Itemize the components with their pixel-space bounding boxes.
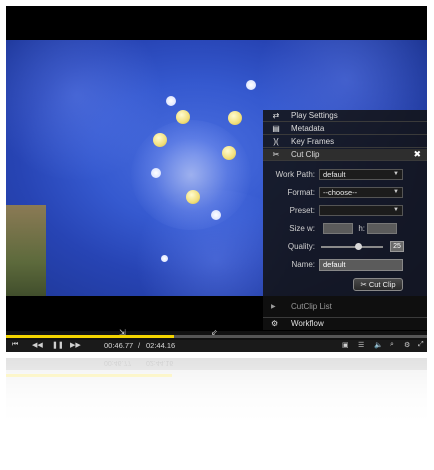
anther — [186, 190, 200, 204]
size-height-label: h: — [358, 224, 365, 233]
skip-start-icon[interactable]: ⏮ — [12, 341, 18, 349]
preset-select[interactable]: ▼ — [319, 205, 403, 216]
quality-label: Quality: — [287, 242, 315, 251]
anther — [228, 111, 242, 125]
size-width-label: Size w: — [289, 224, 315, 233]
scissors-icon: ✂ — [272, 150, 280, 159]
side-panel: ⇄ Play Settings ▤ Metadata )( Key Frames… — [263, 110, 427, 330]
quality-slider-knob[interactable] — [355, 243, 362, 250]
settings-sliders-icon: ⇄ — [272, 111, 280, 120]
work-path-value: default — [323, 170, 346, 179]
workflow-item[interactable]: ⚙ Workflow — [263, 317, 427, 329]
section-label: Play Settings — [291, 111, 338, 120]
preset-label: Preset: — [289, 206, 315, 215]
pollen — [246, 80, 256, 90]
pollen — [166, 96, 176, 106]
section-key-frames[interactable]: )( Key Frames — [263, 136, 427, 148]
leaf-background — [6, 205, 46, 296]
search-icon[interactable]: ⌕ — [390, 341, 394, 349]
pollen — [161, 255, 168, 262]
cutclip-list-label: CutClip List — [291, 301, 332, 311]
pause-icon[interactable]: ❚❚ — [52, 341, 64, 349]
cut-clip-button[interactable]: ✂ Cut Clip — [353, 278, 403, 291]
chevron-right-icon: ▶ — [271, 303, 276, 310]
total-time: 02:44.16 — [146, 341, 176, 350]
volume-icon[interactable]: 🔈 — [374, 341, 383, 349]
section-label: Key Frames — [291, 137, 335, 146]
section-label: Cut Clip — [291, 150, 320, 159]
section-cut-clip[interactable]: ✂ Cut Clip ✖ — [263, 149, 427, 161]
document-icon: ▤ — [272, 124, 280, 133]
timeline-progress — [6, 335, 174, 338]
workflow-label: Workflow — [291, 319, 324, 328]
pollen — [151, 168, 161, 178]
control-bar: ⏮ ◀◀ ❚❚ ▶▶ 00:46.77 / 02:44.16 ▣ ☰ 🔈 ⌕ ⚙… — [6, 340, 427, 352]
format-value: --choose-- — [323, 188, 358, 197]
cut-clip-button-label: Cut Clip — [368, 280, 396, 289]
cutclip-list-item[interactable]: ▶ CutClip List — [263, 300, 427, 312]
chevron-down-icon: ▼ — [393, 207, 399, 213]
playlist-icon[interactable]: ☰ — [358, 341, 364, 349]
close-icon[interactable]: ✖ — [413, 149, 421, 160]
chevron-down-icon: ▼ — [393, 171, 399, 177]
keyframe-icon: )( — [273, 137, 279, 146]
player-reflection: 00:46.77 02:44.16 — [6, 358, 427, 428]
quality-slider-track[interactable] — [321, 246, 383, 248]
anther — [153, 133, 167, 147]
name-label: Name: — [291, 260, 315, 269]
gear-icon: ⚙ — [271, 319, 279, 328]
section-metadata[interactable]: ▤ Metadata — [263, 123, 427, 135]
size-height-input[interactable] — [367, 223, 397, 234]
rewind-icon[interactable]: ◀◀ — [32, 341, 43, 349]
chevron-down-icon: ▼ — [393, 189, 399, 195]
anther — [176, 110, 190, 124]
reflection-fade — [6, 358, 427, 428]
size-width-input[interactable] — [323, 223, 353, 234]
format-select[interactable]: --choose-- ▼ — [319, 187, 403, 198]
mark-out-icon[interactable]: ⇙ — [211, 328, 218, 337]
fullscreen-icon[interactable]: ⤢ — [418, 341, 424, 349]
screenshot-icon[interactable]: ▣ — [342, 341, 349, 349]
work-path-select[interactable]: default ▼ — [319, 169, 403, 180]
work-path-label: Work Path: — [275, 170, 315, 179]
video-player: ⇄ Play Settings ▤ Metadata )( Key Frames… — [6, 6, 427, 352]
current-time: 00:46.77 — [104, 341, 134, 350]
time-separator: / — [138, 341, 141, 350]
pollen — [211, 210, 221, 220]
mark-in-icon[interactable]: ⇲ — [119, 328, 126, 337]
format-label: Format: — [287, 188, 315, 197]
anther — [222, 146, 236, 160]
scissors-icon: ✂ — [360, 280, 367, 289]
name-input[interactable]: default — [319, 259, 403, 271]
gear-icon[interactable]: ⚙ — [404, 341, 410, 349]
section-label: Metadata — [291, 124, 325, 133]
section-play-settings[interactable]: ⇄ Play Settings — [263, 110, 427, 122]
quality-value[interactable]: 25 — [390, 241, 404, 252]
fast-forward-icon[interactable]: ▶▶ — [70, 341, 81, 349]
flower-center — [131, 120, 251, 230]
